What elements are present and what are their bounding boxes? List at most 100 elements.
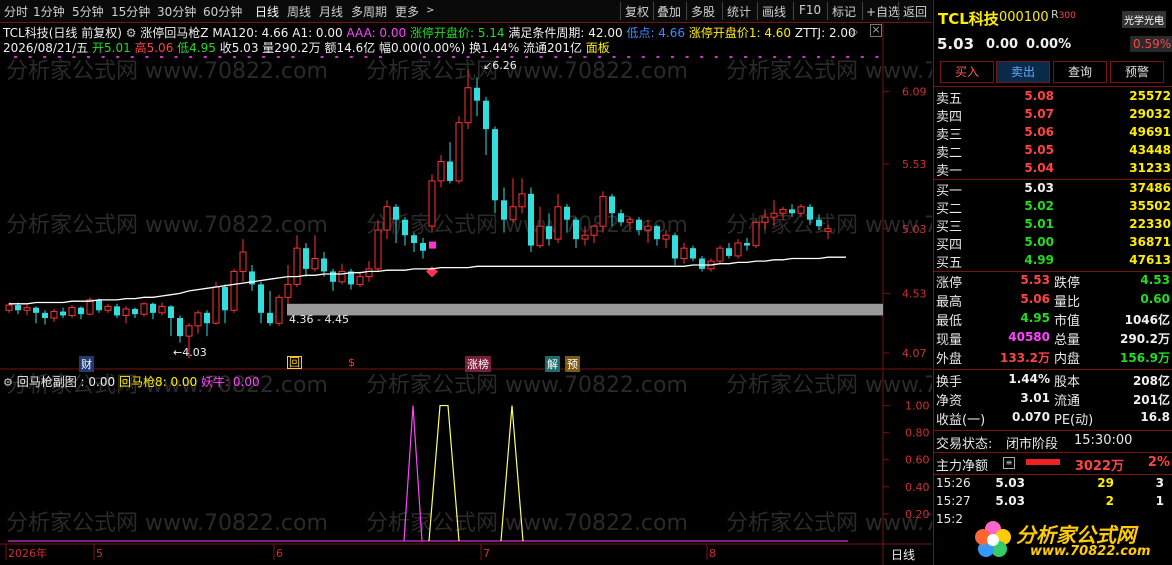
- quote-label: 卖三: [936, 128, 963, 143]
- chevron-right-icon[interactable]: >: [426, 5, 434, 16]
- candle-body: [726, 248, 732, 256]
- buy-button[interactable]: 买入: [940, 61, 994, 83]
- marker-return[interactable]: 回: [287, 356, 302, 369]
- period-tab-multi[interactable]: 多周期: [351, 3, 387, 20]
- quote-volume: 31233: [1129, 161, 1171, 175]
- marker-limit-list[interactable]: 涨榜: [465, 356, 491, 372]
- period-tab-minute[interactable]: 分时: [4, 3, 28, 20]
- period-tab-30min[interactable]: 30分钟: [157, 3, 196, 20]
- candle-body: [230, 270, 238, 311]
- sub-chart-info: ⚙ 回马枪副图 : 0.00 回马枪8: 0.00 妖牛: 0.00: [3, 373, 260, 390]
- indicator-name[interactable]: 涨停回马枪Z: [140, 26, 208, 40]
- close-icon[interactable]: ×: [870, 24, 882, 37]
- ask-row[interactable]: 卖一 5.04 31233: [934, 160, 1172, 179]
- signal-dot: [641, 56, 645, 58]
- quote-price: 5.00: [1024, 235, 1054, 249]
- tick-price: 5.03: [995, 476, 1025, 490]
- signal-dot: [846, 56, 850, 58]
- quote-label: 买四: [936, 238, 963, 253]
- ask-row[interactable]: 卖三 5.06 49691: [934, 124, 1172, 143]
- fund-label: 股本: [1054, 375, 1081, 390]
- overlay-button[interactable]: 叠加: [657, 3, 681, 20]
- bid-row[interactable]: 买二 5.02 35502: [934, 198, 1172, 217]
- marker-dollar[interactable]: $: [348, 356, 355, 369]
- stat-value: 5.06: [1020, 292, 1050, 306]
- period-tab-60min[interactable]: 60分钟: [203, 3, 242, 20]
- ask-row[interactable]: 卖四 5.07 29032: [934, 106, 1172, 125]
- sub-tick-label: 0.20: [905, 508, 930, 521]
- marker-finance[interactable]: 财: [79, 356, 94, 372]
- signal-dot: [203, 56, 207, 58]
- sector-name[interactable]: 光学光电: [1122, 11, 1166, 28]
- candle-body: [204, 312, 210, 324]
- sell-button[interactable]: 卖出: [996, 61, 1050, 83]
- back-button[interactable]: 返回: [903, 3, 927, 20]
- signal-dot: [583, 56, 587, 58]
- tick-time: 15:26: [936, 476, 971, 490]
- settings-icon[interactable]: ⚙: [3, 376, 13, 389]
- candle-body: [618, 213, 624, 223]
- bar-close: 收5.03: [219, 41, 259, 55]
- signal-dot: [671, 56, 674, 58]
- period-tab-monthly[interactable]: 月线: [319, 3, 343, 20]
- f10-button[interactable]: F10: [799, 3, 821, 17]
- candle-body: [690, 248, 696, 259]
- bid-row[interactable]: 买一 5.03 37486: [934, 180, 1172, 199]
- candle-body: [68, 307, 76, 316]
- marker-unlock[interactable]: 解: [545, 356, 560, 372]
- signal-dot: [685, 56, 689, 58]
- bid-row[interactable]: 买四 5.00 36871: [934, 234, 1172, 253]
- quote-volume: 36871: [1129, 235, 1171, 249]
- candle-body: [383, 206, 391, 231]
- signal-dot: [831, 56, 835, 58]
- signal-dot: [320, 56, 324, 58]
- period-label[interactable]: 日线: [891, 546, 915, 563]
- zttj-value: ZTTJ: 2.00: [794, 26, 856, 40]
- signal-dot: [598, 56, 601, 58]
- multi-stock-button[interactable]: 多股: [691, 3, 715, 20]
- bid-row[interactable]: 买三 5.01 22330: [934, 216, 1172, 235]
- divider: [934, 452, 1172, 453]
- diamond-icon[interactable]: ◇: [850, 27, 858, 38]
- panel-link[interactable]: 面板: [586, 41, 610, 55]
- period-tab-5min[interactable]: 5分钟: [72, 3, 104, 20]
- ask-row[interactable]: 卖二 5.05 43448: [934, 142, 1172, 161]
- period-tab-more[interactable]: 更多: [395, 3, 419, 20]
- ask-row[interactable]: 卖五 5.08 25572: [934, 88, 1172, 107]
- candle-body: [330, 271, 336, 282]
- logo-url: www.70822.com: [1030, 544, 1151, 559]
- stats-block: 涨停 5.53 跌停 4.53 最高 5.06 量比 0.60 最低 4.95 市值 1046亿 现量 4…: [934, 272, 1172, 368]
- mark-button[interactable]: 标记: [832, 3, 856, 20]
- alert-button[interactable]: 预警: [1110, 61, 1164, 83]
- period-tab-15min[interactable]: 15分钟: [111, 3, 150, 20]
- settings-icon[interactable]: ⚙: [126, 26, 137, 40]
- candle-body: [185, 325, 193, 337]
- add-favorite-button[interactable]: +自选: [866, 3, 900, 20]
- signal-dot: [773, 56, 777, 58]
- kline-chart[interactable]: 分析家公式网 www.70822.com 分析家公式网 www.70822.com…: [0, 22, 932, 565]
- period-tab-daily[interactable]: 日线: [255, 3, 279, 20]
- sub-tick-label: 0.60: [905, 454, 930, 467]
- query-button[interactable]: 查询: [1053, 61, 1107, 83]
- quote-label: 卖一: [936, 164, 963, 179]
- list-icon[interactable]: ≡: [1003, 457, 1015, 469]
- stat-label: 市值: [1054, 314, 1081, 329]
- candle-body: [411, 235, 417, 243]
- sub-title[interactable]: 回马枪副图: [17, 375, 77, 389]
- bid-row[interactable]: 买五 4.99 47613: [934, 252, 1172, 271]
- signal-dot: [860, 56, 864, 58]
- quote-volume: 43448: [1129, 143, 1171, 157]
- sector-change: 0.59%: [1130, 36, 1172, 52]
- candle-body: [518, 193, 526, 208]
- period-tab-weekly[interactable]: 周线: [287, 3, 311, 20]
- candle-body: [779, 208, 787, 214]
- fund-label: 流通: [1054, 394, 1081, 409]
- stat-value: 0.60: [1140, 292, 1170, 306]
- draw-line-button[interactable]: 画线: [762, 3, 786, 20]
- marker-forecast[interactable]: 预: [565, 356, 580, 372]
- statistics-button[interactable]: 统计: [727, 3, 751, 20]
- candle-body: [420, 242, 426, 251]
- period-tab-1min[interactable]: 1分钟: [33, 3, 65, 20]
- adjust-button[interactable]: 复权: [625, 3, 649, 20]
- candle-body: [797, 206, 805, 214]
